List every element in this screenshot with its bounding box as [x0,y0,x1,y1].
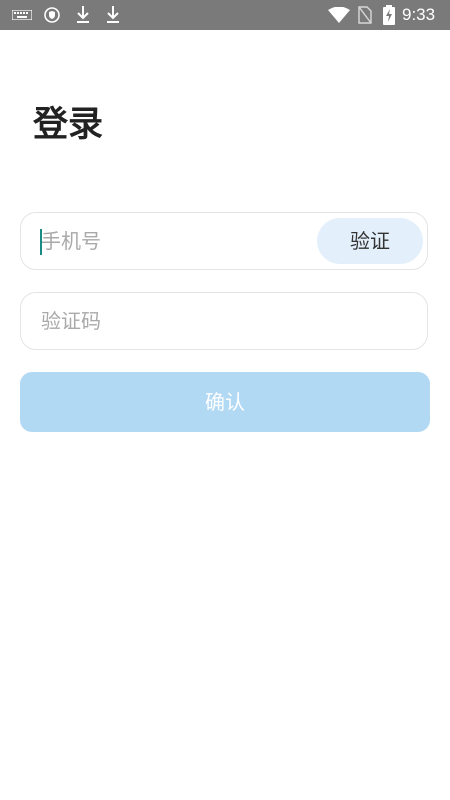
verification-code-input[interactable] [41,293,411,349]
status-time: 9:33 [402,5,436,24]
page-title: 登录 [33,105,104,145]
phone-field-container: 验证 [20,212,428,270]
verify-button[interactable]: 验证 [317,218,423,264]
login-screen: 9:33 登录 验证 确认 [0,0,450,800]
download-icon [77,6,89,23]
no-sim-icon [358,6,372,24]
confirm-button[interactable]: 确认 [20,372,430,432]
download-icon [107,6,119,23]
wifi-icon [328,7,350,23]
battery-charging-icon [383,5,395,25]
code-field-container [20,292,428,350]
phone-input[interactable] [41,213,321,269]
shield-icon [44,7,60,23]
keyboard-icon [12,10,32,20]
status-bar: 9:33 [0,0,450,30]
